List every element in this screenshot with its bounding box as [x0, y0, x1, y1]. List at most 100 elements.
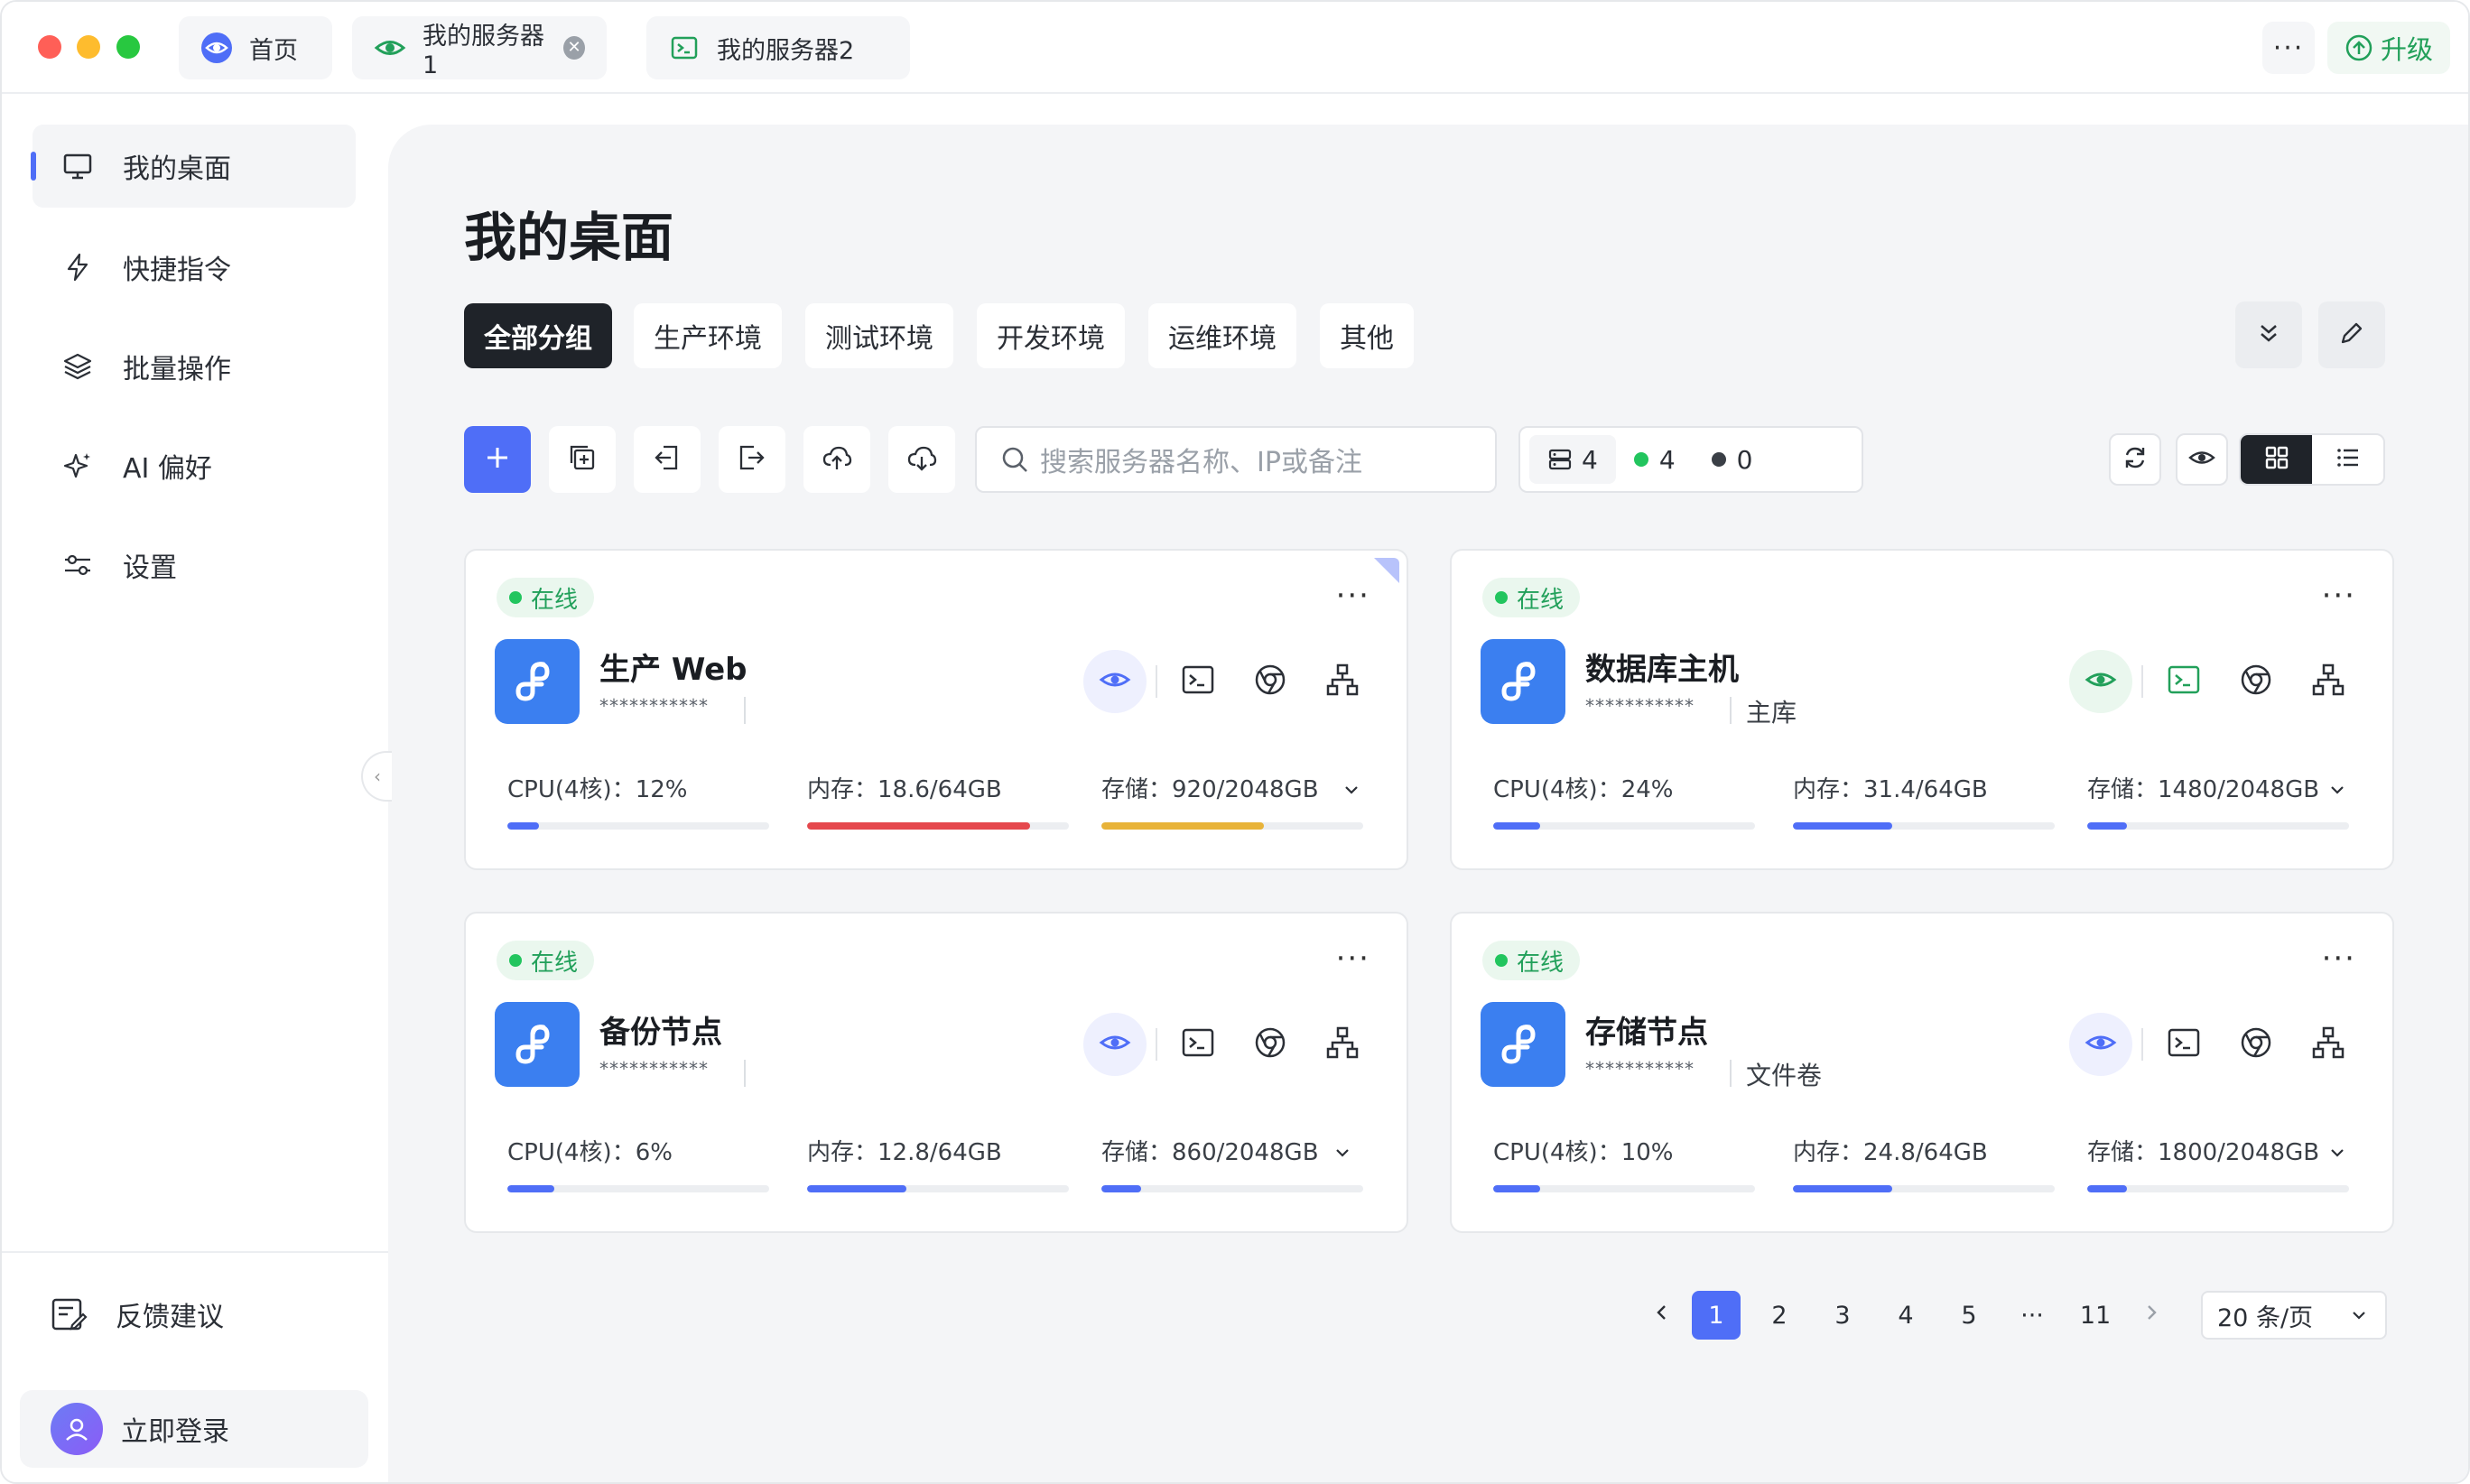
browser-button[interactable] [1239, 650, 1302, 713]
group-chip-ops[interactable]: 运维环境 [1148, 303, 1296, 368]
close-window-button[interactable] [38, 35, 61, 59]
eye-icon [2085, 663, 2117, 700]
tab-label: 首页 [249, 36, 298, 65]
chevron-down-icon[interactable] [1338, 776, 1365, 803]
feedback-button[interactable]: 反馈建议 [32, 1285, 224, 1343]
sparkle-icon [60, 448, 96, 484]
network-icon [1324, 1025, 1360, 1064]
storage-metric: 存储：920/2048GB [1101, 771, 1363, 830]
group-chip-all[interactable]: 全部分组 [464, 303, 612, 368]
group-chip-production[interactable]: 生产环境 [634, 303, 782, 368]
page-number-button[interactable]: 5 [1945, 1291, 1993, 1340]
group-chip-other[interactable]: 其他 [1320, 303, 1414, 368]
server-stats: 4 4 0 [1518, 426, 1863, 493]
refresh-button[interactable] [2109, 433, 2161, 486]
upgrade-button[interactable]: 升级 [2327, 22, 2450, 74]
server-card[interactable]: 在线 ··· 数据库主机 *********** 主库 CPU(4核)：24% … [1450, 549, 2394, 870]
browser-button[interactable] [2224, 1013, 2288, 1076]
tab-home[interactable]: 首页 [179, 16, 332, 79]
import-button[interactable] [634, 426, 701, 493]
eye-green-icon [374, 32, 406, 64]
memory-metric: 内存：31.4/64GB [1793, 771, 2055, 830]
tab-server-2[interactable]: 我的服务器2 [646, 16, 910, 79]
remote-view-button[interactable] [1083, 650, 1147, 713]
storage-metric: 存储：860/2048GB [1101, 1134, 1363, 1192]
remote-view-button[interactable] [2069, 650, 2132, 713]
toggle-visibility-button[interactable] [2176, 433, 2228, 486]
chevron-down-icon[interactable] [2324, 1139, 2351, 1166]
list-view-button[interactable] [2312, 435, 2383, 484]
memory-metric: 内存：18.6/64GB [807, 771, 1069, 830]
cpu-label: CPU(4核)：24% [1493, 776, 1674, 803]
sidebar-item-batch[interactable]: 批量操作 [32, 325, 356, 408]
group-chip-development[interactable]: 开发环境 [977, 303, 1125, 368]
duplicate-button[interactable] [549, 426, 616, 493]
network-icon [2310, 662, 2346, 701]
lightning-icon [60, 249, 96, 285]
page-number-button[interactable]: 3 [1818, 1291, 1867, 1340]
browser-icon [1252, 1025, 1288, 1064]
page-ellipsis[interactable]: ··· [2008, 1291, 2057, 1340]
remote-view-button[interactable] [1083, 1013, 1147, 1076]
server-ip-masked: *********** [1585, 1058, 1695, 1080]
online-dot-icon [1633, 452, 1648, 467]
terminal-button[interactable] [1166, 650, 1230, 713]
card-more-button[interactable]: ··· [2322, 943, 2356, 974]
eye-icon [1099, 1026, 1131, 1062]
minimize-window-button[interactable] [77, 35, 100, 59]
sidebar-item-desktop[interactable]: 我的桌面 [31, 125, 356, 208]
storage-label: 存储：1480/2048GB [2087, 776, 2320, 803]
maximize-window-button[interactable] [116, 35, 140, 59]
search-input[interactable]: 搜索服务器名称、IP或备注 [975, 426, 1497, 493]
login-button[interactable]: 立即登录 [20, 1390, 368, 1468]
network-topology-button[interactable] [2297, 650, 2360, 713]
browser-button[interactable] [2224, 650, 2288, 713]
export-button[interactable] [719, 426, 785, 493]
terminal-button[interactable] [2152, 650, 2215, 713]
group-chip-testing[interactable]: 测试环境 [805, 303, 953, 368]
add-server-button[interactable] [464, 426, 531, 493]
tab-server-1[interactable]: 我的服务器1 ✕ [352, 16, 607, 79]
next-page-button[interactable] [2127, 1291, 2176, 1340]
network-topology-button[interactable] [1311, 650, 1374, 713]
cloud-download-button[interactable] [888, 426, 955, 493]
network-icon [2310, 1025, 2346, 1064]
network-topology-button[interactable] [2297, 1013, 2360, 1076]
terminal-button[interactable] [1166, 1013, 1230, 1076]
close-tab-icon[interactable]: ✕ [563, 36, 585, 60]
eye-logo-icon [200, 32, 233, 64]
storage-metric: 存储：1480/2048GB [2087, 771, 2349, 830]
memory-label: 内存：31.4/64GB [1793, 776, 1988, 803]
page-number-button[interactable]: 1 [1692, 1291, 1741, 1340]
page-number-button[interactable]: 2 [1755, 1291, 1804, 1340]
sidebar-item-shortcuts[interactable]: 快捷指令 [32, 226, 356, 309]
stat-total-value: 4 [1582, 444, 1598, 475]
terminal-button[interactable] [2152, 1013, 2215, 1076]
server-card[interactable]: 在线 ··· 存储节点 *********** 文件卷 CPU(4核)：10% … [1450, 912, 2394, 1233]
card-more-button[interactable]: ··· [1336, 943, 1370, 974]
grid-view-button[interactable] [2241, 435, 2312, 484]
status-badge: 在线 [1482, 578, 1581, 617]
page-number-button[interactable]: 11 [2071, 1291, 2120, 1340]
network-topology-button[interactable] [1311, 1013, 1374, 1076]
sidebar-item-ai-preference[interactable]: AI 偏好 [32, 424, 356, 507]
prev-page-button[interactable] [1638, 1291, 1686, 1340]
chevron-down-icon[interactable] [2324, 776, 2351, 803]
browser-icon [2238, 1025, 2274, 1064]
expand-groups-button[interactable] [2235, 301, 2302, 368]
edit-groups-button[interactable] [2318, 301, 2385, 368]
remote-view-button[interactable] [2069, 1013, 2132, 1076]
server-actions [1074, 1013, 1374, 1076]
card-more-button[interactable]: ··· [1336, 580, 1370, 611]
storage-bar [2087, 822, 2349, 830]
card-more-button[interactable]: ··· [2322, 580, 2356, 611]
browser-button[interactable] [1239, 1013, 1302, 1076]
sidebar-item-settings[interactable]: 设置 [32, 524, 356, 607]
chevron-down-icon[interactable] [1329, 1139, 1356, 1166]
cloud-upload-button[interactable] [803, 426, 870, 493]
page-size-select[interactable]: 20 条/页 [2201, 1291, 2387, 1340]
more-menu-button[interactable]: ··· [2262, 22, 2315, 74]
server-card[interactable]: 在线 ··· 备份节点 *********** CPU(4核)：6% 内存：12… [464, 912, 1408, 1233]
server-card[interactable]: 在线 ··· 生产 Web *********** CPU(4核)：12% 内存… [464, 549, 1408, 870]
page-number-button[interactable]: 4 [1881, 1291, 1930, 1340]
